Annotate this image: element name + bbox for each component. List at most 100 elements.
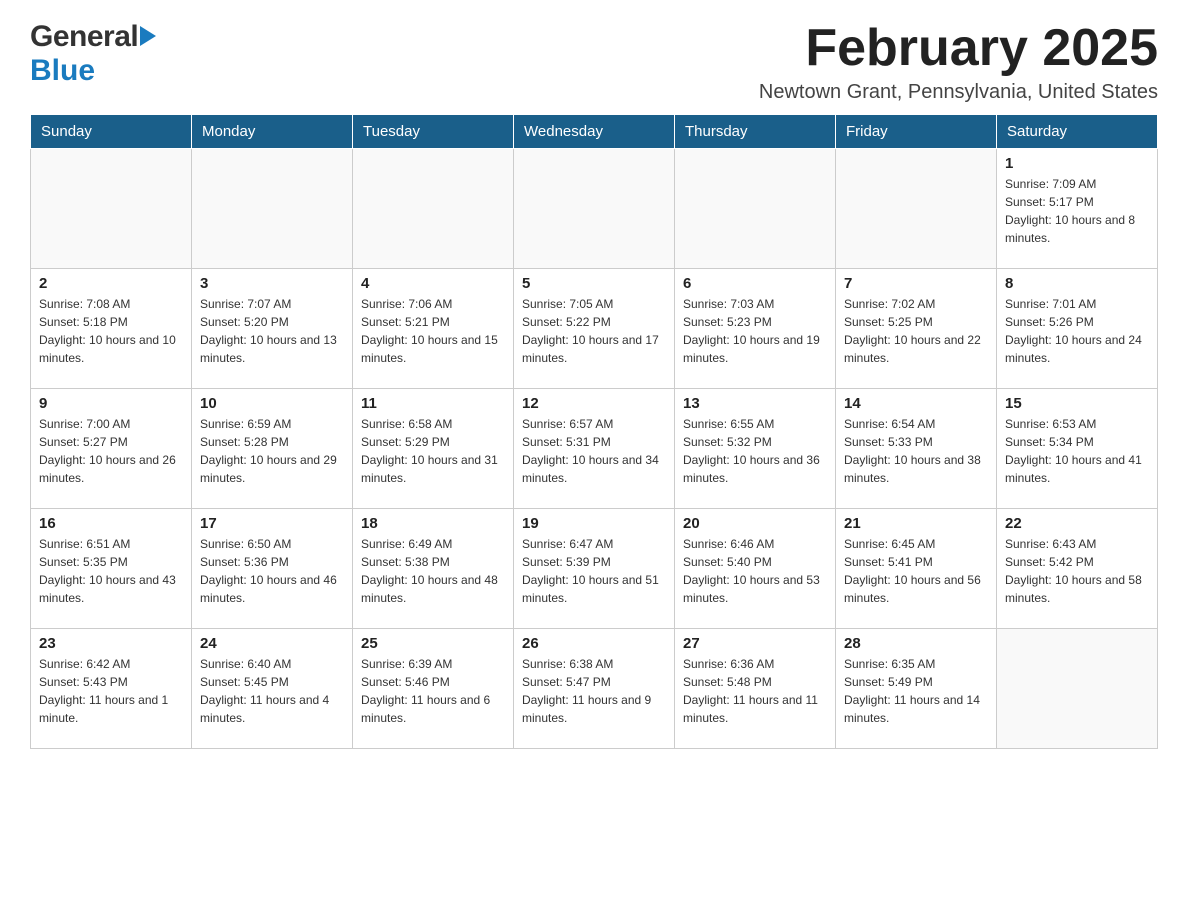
day-number: 9: [39, 395, 183, 412]
day-info: Sunrise: 6:36 AMSunset: 5:48 PMDaylight:…: [683, 655, 827, 727]
day-info: Sunrise: 6:53 AMSunset: 5:34 PMDaylight:…: [1005, 415, 1149, 487]
day-number: 21: [844, 515, 988, 532]
day-info: Sunrise: 7:02 AMSunset: 5:25 PMDaylight:…: [844, 295, 988, 367]
calendar-cell: 23 Sunrise: 6:42 AMSunset: 5:43 PMDayligh…: [31, 629, 192, 749]
calendar-week-row: 23 Sunrise: 6:42 AMSunset: 5:43 PMDayligh…: [31, 629, 1158, 749]
calendar-week-row: 16 Sunrise: 6:51 AMSunset: 5:35 PMDayligh…: [31, 509, 1158, 629]
col-wednesday: Wednesday: [514, 115, 675, 149]
day-number: 20: [683, 515, 827, 532]
day-number: 14: [844, 395, 988, 412]
col-thursday: Thursday: [675, 115, 836, 149]
day-number: 17: [200, 515, 344, 532]
calendar-cell: [192, 149, 353, 269]
calendar-cell: 3Sunrise: 7:07 AMSunset: 5:20 PMDaylight…: [192, 269, 353, 389]
calendar-table: Sunday Monday Tuesday Wednesday Thursday…: [30, 114, 1158, 749]
day-info: Sunrise: 7:00 AMSunset: 5:27 PMDaylight:…: [39, 415, 183, 487]
calendar-cell: 7 Sunrise: 7:02 AMSunset: 5:25 PMDaylight…: [836, 269, 997, 389]
calendar-cell: 4Sunrise: 7:06 AMSunset: 5:21 PMDaylight…: [353, 269, 514, 389]
day-number: 15: [1005, 395, 1149, 412]
calendar-cell: 25 Sunrise: 6:39 AMSunset: 5:46 PMDayligh…: [353, 629, 514, 749]
col-friday: Friday: [836, 115, 997, 149]
day-info: Sunrise: 6:42 AMSunset: 5:43 PMDaylight:…: [39, 655, 183, 727]
calendar-cell: 11Sunrise: 6:58 AMSunset: 5:29 PMDayligh…: [353, 389, 514, 509]
day-info: Sunrise: 7:07 AMSunset: 5:20 PMDaylight:…: [200, 295, 344, 367]
calendar-cell: [836, 149, 997, 269]
calendar-cell: 18 Sunrise: 6:49 AMSunset: 5:38 PMDayligh…: [353, 509, 514, 629]
day-number: 5: [522, 275, 666, 292]
day-info: Sunrise: 6:46 AMSunset: 5:40 PMDaylight:…: [683, 535, 827, 607]
day-number: 12: [522, 395, 666, 412]
day-number: 16: [39, 515, 183, 532]
day-info: Sunrise: 6:58 AMSunset: 5:29 PMDaylight:…: [361, 415, 505, 487]
calendar-cell: 13 Sunrise: 6:55 AMSunset: 5:32 PMDayligh…: [675, 389, 836, 509]
month-title: February 2025: [759, 20, 1158, 77]
day-info: Sunrise: 6:45 AMSunset: 5:41 PMDaylight:…: [844, 535, 988, 607]
day-number: 1: [1005, 155, 1149, 172]
calendar-cell: 28Sunrise: 6:35 AMSunset: 5:49 PMDayligh…: [836, 629, 997, 749]
location-subtitle: Newtown Grant, Pennsylvania, United Stat…: [759, 81, 1158, 104]
calendar-cell: 16 Sunrise: 6:51 AMSunset: 5:35 PMDayligh…: [31, 509, 192, 629]
calendar-cell: 1 Sunrise: 7:09 AMSunset: 5:17 PMDaylight…: [997, 149, 1158, 269]
day-info: Sunrise: 7:06 AMSunset: 5:21 PMDaylight:…: [361, 295, 505, 367]
logo-general-text: General: [30, 20, 138, 54]
calendar-cell: 10 Sunrise: 6:59 AMSunset: 5:28 PMDayligh…: [192, 389, 353, 509]
calendar-cell: 14 Sunrise: 6:54 AMSunset: 5:33 PMDayligh…: [836, 389, 997, 509]
day-info: Sunrise: 6:39 AMSunset: 5:46 PMDaylight:…: [361, 655, 505, 727]
day-number: 18: [361, 515, 505, 532]
day-number: 23: [39, 635, 183, 652]
calendar-cell: 26 Sunrise: 6:38 AMSunset: 5:47 PMDayligh…: [514, 629, 675, 749]
day-number: 22: [1005, 515, 1149, 532]
day-info: Sunrise: 7:01 AMSunset: 5:26 PMDaylight:…: [1005, 295, 1149, 367]
calendar-cell: 8 Sunrise: 7:01 AMSunset: 5:26 PMDaylight…: [997, 269, 1158, 389]
day-info: Sunrise: 7:08 AMSunset: 5:18 PMDaylight:…: [39, 295, 183, 367]
logo: General Blue: [30, 20, 156, 88]
calendar-cell: 17 Sunrise: 6:50 AMSunset: 5:36 PMDayligh…: [192, 509, 353, 629]
day-info: Sunrise: 6:40 AMSunset: 5:45 PMDaylight:…: [200, 655, 344, 727]
calendar-cell: 12 Sunrise: 6:57 AMSunset: 5:31 PMDayligh…: [514, 389, 675, 509]
calendar-week-row: 1 Sunrise: 7:09 AMSunset: 5:17 PMDaylight…: [31, 149, 1158, 269]
day-number: 25: [361, 635, 505, 652]
calendar-cell: 15 Sunrise: 6:53 AMSunset: 5:34 PMDayligh…: [997, 389, 1158, 509]
calendar-header: Sunday Monday Tuesday Wednesday Thursday…: [31, 115, 1158, 149]
day-info: Sunrise: 7:05 AMSunset: 5:22 PMDaylight:…: [522, 295, 666, 367]
col-saturday: Saturday: [997, 115, 1158, 149]
calendar-cell: 21 Sunrise: 6:45 AMSunset: 5:41 PMDayligh…: [836, 509, 997, 629]
calendar-cell: [997, 629, 1158, 749]
day-info: Sunrise: 6:50 AMSunset: 5:36 PMDaylight:…: [200, 535, 344, 607]
col-tuesday: Tuesday: [353, 115, 514, 149]
calendar-cell: 20 Sunrise: 6:46 AMSunset: 5:40 PMDayligh…: [675, 509, 836, 629]
day-info: Sunrise: 7:09 AMSunset: 5:17 PMDaylight:…: [1005, 175, 1149, 247]
day-number: 27: [683, 635, 827, 652]
day-info: Sunrise: 6:38 AMSunset: 5:47 PMDaylight:…: [522, 655, 666, 727]
day-info: Sunrise: 6:59 AMSunset: 5:28 PMDaylight:…: [200, 415, 344, 487]
calendar-cell: [353, 149, 514, 269]
page-header: General Blue February 2025 Newtown Grant…: [30, 20, 1158, 104]
day-info: Sunrise: 6:55 AMSunset: 5:32 PMDaylight:…: [683, 415, 827, 487]
day-info: Sunrise: 6:54 AMSunset: 5:33 PMDaylight:…: [844, 415, 988, 487]
day-number: 10: [200, 395, 344, 412]
day-info: Sunrise: 6:51 AMSunset: 5:35 PMDaylight:…: [39, 535, 183, 607]
calendar-cell: 6Sunrise: 7:03 AMSunset: 5:23 PMDaylight…: [675, 269, 836, 389]
day-number: 7: [844, 275, 988, 292]
logo-triangle-icon: [140, 26, 156, 46]
col-sunday: Sunday: [31, 115, 192, 149]
day-number: 6: [683, 275, 827, 292]
day-number: 28: [844, 635, 988, 652]
calendar-cell: 2 Sunrise: 7:08 AMSunset: 5:18 PMDaylight…: [31, 269, 192, 389]
calendar-cell: 24 Sunrise: 6:40 AMSunset: 5:45 PMDayligh…: [192, 629, 353, 749]
day-number: 8: [1005, 275, 1149, 292]
calendar-week-row: 9 Sunrise: 7:00 AMSunset: 5:27 PMDaylight…: [31, 389, 1158, 509]
day-number: 13: [683, 395, 827, 412]
day-number: 26: [522, 635, 666, 652]
day-info: Sunrise: 6:49 AMSunset: 5:38 PMDaylight:…: [361, 535, 505, 607]
day-info: Sunrise: 6:57 AMSunset: 5:31 PMDaylight:…: [522, 415, 666, 487]
logo-blue-text: Blue: [30, 54, 95, 88]
calendar-cell: 19Sunrise: 6:47 AMSunset: 5:39 PMDayligh…: [514, 509, 675, 629]
day-number: 24: [200, 635, 344, 652]
day-number: 2: [39, 275, 183, 292]
day-info: Sunrise: 6:43 AMSunset: 5:42 PMDaylight:…: [1005, 535, 1149, 607]
calendar-cell: [514, 149, 675, 269]
calendar-cell: [31, 149, 192, 269]
day-number: 19: [522, 515, 666, 532]
calendar-cell: 9 Sunrise: 7:00 AMSunset: 5:27 PMDaylight…: [31, 389, 192, 509]
